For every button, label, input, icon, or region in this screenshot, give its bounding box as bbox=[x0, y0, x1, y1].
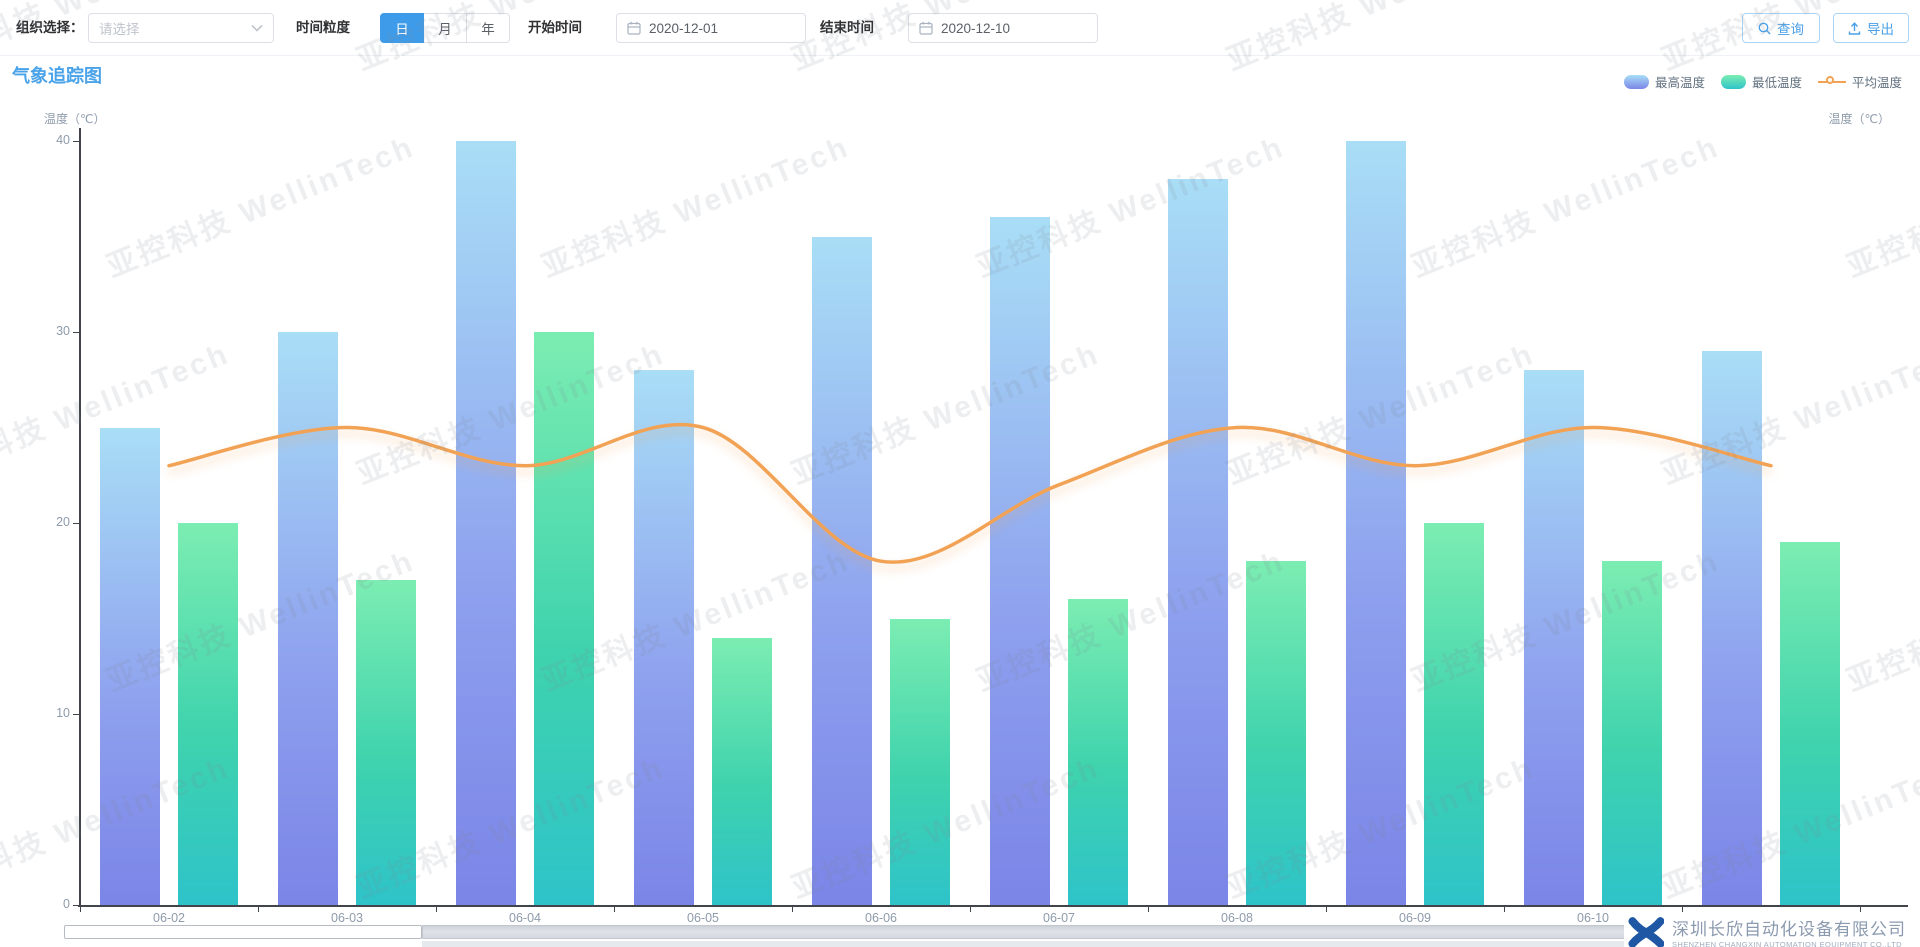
scrollbar-thumb[interactable] bbox=[64, 925, 422, 939]
y-axis-label: 0 bbox=[30, 897, 70, 911]
toolbar: 组织选择： 请选择 时间粒度 日 月 年 开始时间 2020-12-01 结束时… bbox=[0, 0, 1920, 56]
granularity-segmented-control: 日 月 年 bbox=[380, 13, 510, 43]
y-axis-line bbox=[79, 128, 81, 907]
end-date-input[interactable]: 2020-12-10 bbox=[908, 13, 1098, 43]
bar-max-temp[interactable] bbox=[1168, 179, 1228, 905]
watermark-text: 亚控科技 WellinTech bbox=[1839, 536, 1920, 700]
company-name-en: SHENZHEN CHANGXIN AUTOMATION EQUIPMENT C… bbox=[1672, 940, 1906, 947]
x-axis-tick bbox=[614, 907, 615, 912]
query-button-label: 查询 bbox=[1777, 18, 1804, 38]
calendar-icon bbox=[627, 21, 641, 35]
bar-min-temp[interactable] bbox=[1424, 523, 1484, 905]
y-axis-name-left: 温度（℃） bbox=[44, 110, 105, 127]
x-axis-label: 06-04 bbox=[485, 911, 565, 925]
legend-label-max: 最高温度 bbox=[1655, 72, 1705, 91]
query-button[interactable]: 查询 bbox=[1742, 13, 1820, 43]
x-axis-tick bbox=[970, 907, 971, 912]
x-axis-tick bbox=[1148, 907, 1149, 912]
granularity-day-button[interactable]: 日 bbox=[380, 13, 424, 43]
y-axis-tick bbox=[73, 523, 79, 524]
calendar-icon bbox=[919, 21, 933, 35]
x-axis-tick bbox=[1326, 907, 1327, 912]
watermark-text: 亚控科技 WellinTech bbox=[534, 122, 855, 286]
bar-min-temp[interactable] bbox=[1068, 599, 1128, 905]
bar-max-temp[interactable] bbox=[278, 332, 338, 905]
bar-max-temp[interactable] bbox=[1524, 370, 1584, 905]
start-date-value: 2020-12-01 bbox=[649, 21, 718, 36]
x-axis-label: 06-08 bbox=[1197, 911, 1277, 925]
export-button-label: 导出 bbox=[1867, 18, 1894, 38]
bar-min-temp[interactable] bbox=[890, 619, 950, 906]
legend-item-max-temp[interactable]: 最高温度 bbox=[1624, 72, 1705, 91]
legend-item-min-temp[interactable]: 最低温度 bbox=[1721, 72, 1802, 91]
bar-max-temp[interactable] bbox=[634, 370, 694, 905]
bar-max-temp[interactable] bbox=[990, 217, 1050, 905]
export-icon bbox=[1848, 22, 1861, 35]
x-axis-line bbox=[78, 905, 1908, 907]
legend-label-avg: 平均温度 bbox=[1852, 72, 1902, 91]
company-logo-icon bbox=[1628, 914, 1664, 947]
company-name-cn: 深圳长欣自动化设备有限公司 bbox=[1672, 915, 1906, 940]
watermark-text: 亚控科技 WellinTech bbox=[1839, 122, 1920, 286]
x-axis-label: 06-03 bbox=[307, 911, 387, 925]
x-axis-label: 06-07 bbox=[1019, 911, 1099, 925]
y-axis-tick bbox=[73, 905, 79, 906]
y-axis-tick bbox=[73, 332, 79, 333]
granularity-year-button[interactable]: 年 bbox=[466, 13, 510, 43]
page-title: 气象追踪图 bbox=[12, 62, 102, 88]
org-select-dropdown[interactable]: 请选择 bbox=[88, 13, 274, 43]
y-axis-tick bbox=[73, 141, 79, 142]
x-axis-label: 06-09 bbox=[1375, 911, 1455, 925]
x-axis-label: 06-05 bbox=[663, 911, 743, 925]
legend-label-min: 最低温度 bbox=[1752, 72, 1802, 91]
company-brand: 深圳长欣自动化设备有限公司 SHENZHEN CHANGXIN AUTOMATI… bbox=[1624, 912, 1910, 947]
y-axis-label: 10 bbox=[30, 706, 70, 720]
x-axis-tick bbox=[1504, 907, 1505, 912]
export-button[interactable]: 导出 bbox=[1833, 13, 1909, 43]
legend-chip-min bbox=[1721, 75, 1746, 89]
x-axis-tick bbox=[436, 907, 437, 912]
bar-min-temp[interactable] bbox=[356, 580, 416, 905]
watermark-text: 亚控科技 WellinTech bbox=[1404, 122, 1725, 286]
bar-max-temp[interactable] bbox=[456, 141, 516, 905]
app-root: 组织选择： 请选择 时间粒度 日 月 年 开始时间 2020-12-01 结束时… bbox=[0, 0, 1920, 947]
x-axis-tick bbox=[258, 907, 259, 912]
org-select-placeholder: 请选择 bbox=[99, 18, 251, 38]
bar-min-temp[interactable] bbox=[712, 638, 772, 905]
end-time-label: 结束时间 bbox=[820, 0, 874, 56]
y-axis-name-right: 温度（℃） bbox=[1829, 110, 1890, 127]
start-time-label: 开始时间 bbox=[528, 0, 582, 56]
x-axis-label: 06-10 bbox=[1553, 911, 1633, 925]
y-axis-tick bbox=[73, 714, 79, 715]
watermark-text: 亚控科技 WellinTech bbox=[99, 122, 420, 286]
y-axis-label: 30 bbox=[30, 324, 70, 338]
bar-min-temp[interactable] bbox=[1780, 542, 1840, 905]
x-axis-tick bbox=[792, 907, 793, 912]
bar-min-temp[interactable] bbox=[1246, 561, 1306, 905]
bar-max-temp[interactable] bbox=[100, 428, 160, 906]
granularity-label: 时间粒度 bbox=[296, 0, 350, 56]
chart-legend: 最高温度 最低温度 平均温度 bbox=[1624, 72, 1902, 91]
bar-min-temp[interactable] bbox=[1602, 561, 1662, 905]
x-axis-label: 06-02 bbox=[129, 911, 209, 925]
watermark-text: 亚控科技 WellinTech bbox=[1654, 329, 1920, 493]
legend-line-icon bbox=[1818, 75, 1846, 89]
bar-max-temp[interactable] bbox=[1346, 141, 1406, 905]
bar-max-temp[interactable] bbox=[1702, 351, 1762, 905]
x-axis-tick bbox=[80, 907, 81, 912]
y-axis-label: 20 bbox=[30, 515, 70, 529]
bar-max-temp[interactable] bbox=[812, 237, 872, 906]
end-date-value: 2020-12-10 bbox=[941, 21, 1010, 36]
x-axis-label: 06-06 bbox=[841, 911, 921, 925]
legend-item-avg-temp[interactable]: 平均温度 bbox=[1818, 72, 1902, 91]
chevron-down-icon bbox=[251, 24, 263, 32]
y-axis-label: 40 bbox=[30, 133, 70, 147]
start-date-input[interactable]: 2020-12-01 bbox=[616, 13, 806, 43]
search-icon bbox=[1758, 22, 1771, 35]
legend-chip-max bbox=[1624, 75, 1649, 89]
org-select-label: 组织选择： bbox=[16, 0, 84, 56]
bar-min-temp[interactable] bbox=[534, 332, 594, 905]
granularity-month-button[interactable]: 月 bbox=[423, 13, 467, 43]
bar-min-temp[interactable] bbox=[178, 523, 238, 905]
